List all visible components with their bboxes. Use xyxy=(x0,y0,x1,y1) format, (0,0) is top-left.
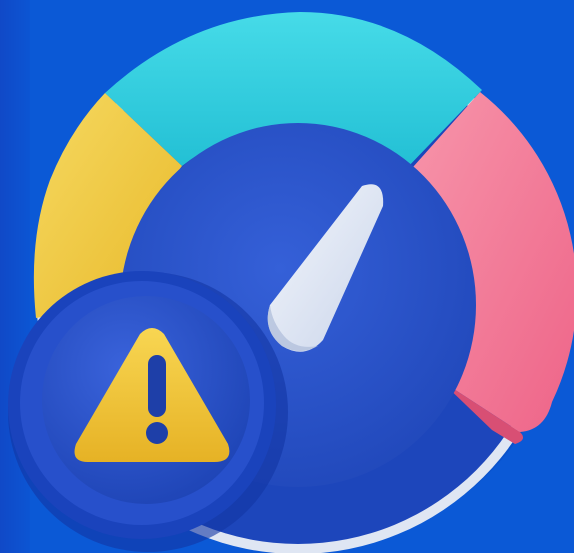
warning-exclamation-bar xyxy=(148,355,166,417)
gauge-illustration xyxy=(8,12,574,553)
illustration-stage xyxy=(0,0,574,553)
warning-exclamation-dot xyxy=(146,422,168,444)
